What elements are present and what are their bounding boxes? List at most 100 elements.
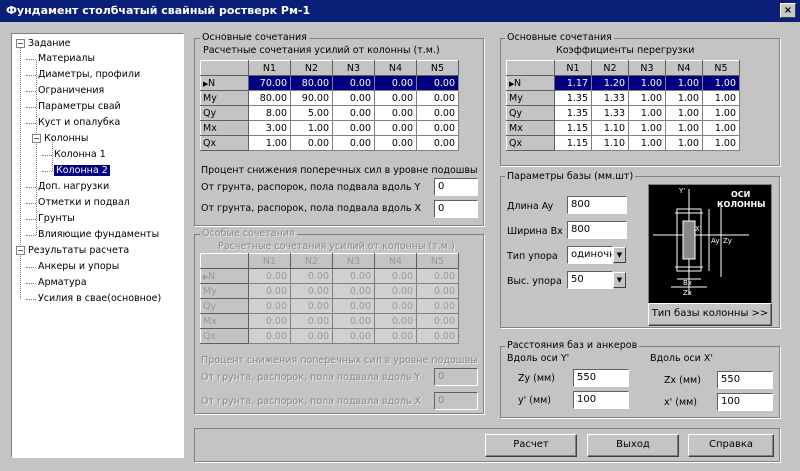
exit-button[interactable]: Выход (587, 434, 679, 457)
table-row[interactable]: My 0.00 0.00 0.00 0.00 0.00 (200, 283, 459, 299)
table-cell[interactable]: 90.00 (290, 90, 333, 106)
tree-item[interactable]: Отметки и подвал (38, 195, 130, 210)
table-cell[interactable]: 1.10 (591, 135, 629, 151)
tree-item[interactable]: Грунты (38, 211, 75, 226)
tree-item[interactable]: − Колонны (32, 131, 88, 146)
table-cell[interactable]: 1.33 (591, 90, 629, 106)
table-cell[interactable]: 0.00 (248, 298, 291, 314)
special-percent-x-input[interactable]: 0 (434, 392, 478, 410)
tree-item[interactable]: Параметры свай (38, 99, 121, 114)
table-cell[interactable]: 1.00 (665, 105, 703, 121)
tree-item[interactable]: Ограничения (38, 83, 104, 98)
yp-input[interactable]: 100 (573, 391, 629, 409)
table-cell[interactable]: 1.00 (702, 135, 740, 151)
tree-item[interactable]: Анкеры и упоры (38, 259, 119, 274)
table-row[interactable]: Mx 3.00 1.00 0.00 0.00 0.00 (200, 120, 459, 136)
table-cell[interactable]: 0.00 (374, 120, 417, 136)
table-cell[interactable]: 0.00 (374, 313, 417, 329)
table-row[interactable]: Qx 1.15 1.10 1.00 1.00 1.00 (506, 135, 740, 151)
table-cell[interactable]: 0.00 (374, 75, 417, 91)
table-row[interactable]: Mx 1.15 1.10 1.00 1.00 1.00 (506, 120, 740, 136)
table-cell[interactable]: 0.00 (374, 135, 417, 151)
tree-item[interactable]: Колонна 1 (54, 147, 106, 162)
table-cell[interactable]: 0.00 (374, 298, 417, 314)
table-cell[interactable]: 1.17 (554, 75, 592, 91)
table-cell[interactable]: 0.00 (332, 75, 375, 91)
table-cell[interactable]: 1.00 (702, 105, 740, 121)
table-row[interactable]: Qy 1.35 1.33 1.00 1.00 1.00 (506, 105, 740, 121)
table-cell[interactable]: 0.00 (332, 283, 375, 299)
table-cell[interactable]: 1.00 (628, 75, 666, 91)
table-cell[interactable]: 1.00 (702, 75, 740, 91)
table-cell[interactable]: 0.00 (290, 313, 333, 329)
table-cell[interactable]: 0.00 (416, 328, 459, 344)
base-length-input[interactable]: 800 (567, 196, 627, 214)
special-percent-y-input[interactable]: 0 (434, 368, 478, 386)
table-cell[interactable]: 1.00 (665, 135, 703, 151)
table-cell[interactable]: 0.00 (290, 135, 333, 151)
table-cell[interactable]: 0.00 (332, 90, 375, 106)
tree-item[interactable]: Куст и опалубка (38, 115, 120, 130)
table-row[interactable]: ▶N 1.17 1.20 1.00 1.00 1.00 (506, 75, 740, 91)
table-cell[interactable]: 0.00 (332, 135, 375, 151)
stop-type-dropdown-icon[interactable]: ▼ (613, 247, 626, 263)
table-cell[interactable]: 0.00 (248, 283, 291, 299)
table-cell[interactable]: 0.00 (332, 313, 375, 329)
table-cell[interactable]: 1.35 (554, 105, 592, 121)
table-cell[interactable]: 8.00 (248, 105, 291, 121)
table-cell[interactable]: 0.00 (374, 105, 417, 121)
table-cell[interactable]: 0.00 (416, 105, 459, 121)
table-row[interactable]: Mx 0.00 0.00 0.00 0.00 0.00 (200, 313, 459, 329)
table-cell[interactable]: 1.00 (702, 120, 740, 136)
xp-input[interactable]: 100 (717, 393, 773, 411)
table-row[interactable]: Qy 0.00 0.00 0.00 0.00 0.00 (200, 298, 459, 314)
tree-item[interactable]: Усилия в свае(основное) (38, 291, 161, 306)
table-cell[interactable]: 1.00 (665, 90, 703, 106)
table-cell[interactable]: 0.00 (332, 120, 375, 136)
table-cell[interactable]: 0.00 (374, 328, 417, 344)
table-cell[interactable]: 0.00 (290, 298, 333, 314)
table-row[interactable]: ▶N 0.00 0.00 0.00 0.00 0.00 (200, 268, 459, 284)
table-cell[interactable]: 0.00 (332, 105, 375, 121)
calculate-button[interactable]: Расчет (485, 434, 577, 457)
table-cell[interactable]: 1.20 (591, 75, 629, 91)
table-cell[interactable]: 3.00 (248, 120, 291, 136)
table-row[interactable]: ▶N 70.00 80.00 0.00 0.00 0.00 (200, 75, 459, 91)
table-cell[interactable]: 0.00 (416, 268, 459, 284)
basic-percent-x-input[interactable]: 0 (434, 200, 478, 218)
table-cell[interactable]: 0.00 (416, 75, 459, 91)
table-cell[interactable]: 0.00 (332, 328, 375, 344)
collapse-icon[interactable]: − (16, 246, 25, 255)
table-cell[interactable]: 0.00 (248, 313, 291, 329)
table-cell[interactable]: 1.10 (591, 120, 629, 136)
collapse-icon[interactable]: − (32, 134, 41, 143)
table-cell[interactable]: 70.00 (248, 75, 291, 91)
table-cell[interactable]: 1.35 (554, 90, 592, 106)
tree-item[interactable]: − Результаты расчета (16, 243, 129, 258)
tree-item[interactable]: Влияющие фундаменты (38, 227, 159, 242)
tree-item[interactable]: Материалы (38, 51, 95, 66)
table-cell[interactable]: 0.00 (416, 283, 459, 299)
table-cell[interactable]: 0.00 (332, 298, 375, 314)
table-cell[interactable]: 1.00 (702, 90, 740, 106)
tree-item[interactable]: Колонна 2 (54, 163, 110, 178)
table-row[interactable]: Qx 0.00 0.00 0.00 0.00 0.00 (200, 328, 459, 344)
table-row[interactable]: Qy 8.00 5.00 0.00 0.00 0.00 (200, 105, 459, 121)
table-cell[interactable]: 0.00 (416, 135, 459, 151)
table-cell[interactable]: 1.00 (665, 75, 703, 91)
basic-percent-y-input[interactable]: 0 (434, 178, 478, 196)
tree-item[interactable]: Арматура (38, 275, 87, 290)
stop-height-select[interactable]: 50 (567, 271, 613, 289)
table-cell[interactable]: 0.00 (248, 268, 291, 284)
table-cell[interactable]: 1.33 (591, 105, 629, 121)
base-type-button[interactable]: Тип базы колонны >> (648, 303, 772, 326)
stop-type-select[interactable]: одиночн (567, 246, 613, 264)
close-button[interactable]: × (780, 3, 796, 18)
table-cell[interactable]: 1.00 (628, 105, 666, 121)
table-cell[interactable]: 5.00 (290, 105, 333, 121)
table-cell[interactable]: 80.00 (290, 75, 333, 91)
table-cell[interactable]: 0.00 (374, 90, 417, 106)
table-cell[interactable]: 1.00 (290, 120, 333, 136)
tree-item[interactable]: Диаметры, профили (38, 67, 140, 82)
table-cell[interactable]: 1.00 (665, 120, 703, 136)
